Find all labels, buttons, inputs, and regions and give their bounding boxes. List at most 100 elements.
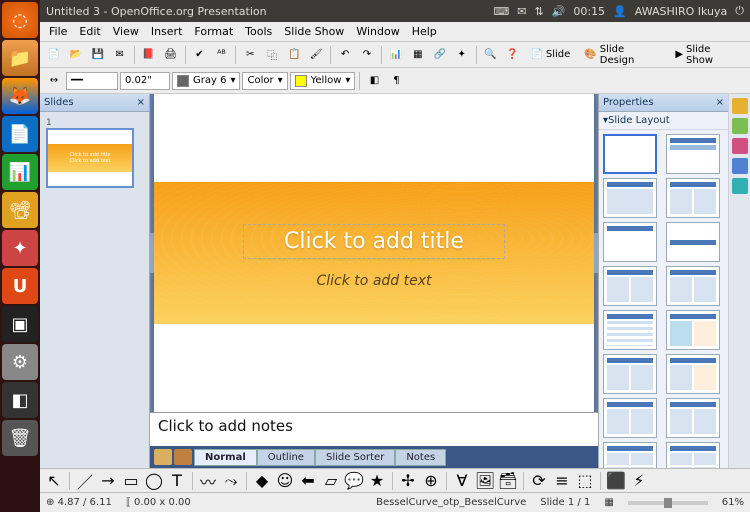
layout-title-only[interactable] — [603, 222, 657, 262]
arrow-icon[interactable]: → — [98, 471, 118, 491]
interaction-icon[interactable]: ⚡ — [629, 471, 649, 491]
firefox-icon[interactable]: 🦊 — [2, 78, 38, 114]
pdf-icon[interactable]: 📕 — [139, 45, 159, 65]
basic-shapes-icon[interactable]: ◆ — [252, 471, 272, 491]
layout-blank[interactable] — [603, 134, 657, 174]
menu-slideshow[interactable]: Slide Show — [279, 24, 349, 39]
slide-button[interactable]: 📄Slide — [524, 46, 576, 63]
layouts-icon[interactable] — [732, 118, 748, 134]
network-icon[interactable]: ⇅ — [534, 5, 543, 18]
layout-two-col[interactable] — [603, 266, 657, 306]
animation-icon[interactable] — [732, 158, 748, 174]
chart-icon[interactable]: 📊 — [386, 45, 406, 65]
power-icon[interactable]: ⏻ — [735, 4, 744, 18]
layout-table[interactable] — [603, 310, 657, 350]
block-arrows-icon[interactable]: ⬅ — [298, 471, 318, 491]
paintbrush-icon[interactable]: 🖌 — [306, 45, 326, 65]
layout-text-image[interactable] — [666, 354, 720, 394]
tab-notes[interactable]: Notes — [395, 449, 446, 466]
styles-icon[interactable]: ¶ — [386, 71, 406, 91]
menu-edit[interactable]: Edit — [74, 24, 105, 39]
stars-icon[interactable]: ★ — [367, 471, 387, 491]
openoffice-icon[interactable]: ◧ — [2, 382, 38, 418]
close-icon[interactable]: × — [137, 97, 145, 108]
slide-canvas[interactable]: Click to add title Click to add text — [150, 94, 598, 412]
fill-color-select[interactable]: Yellow▾ — [290, 72, 356, 90]
dash-icon[interactable]: ◌ — [2, 2, 38, 38]
slide-design-button[interactable]: 🎨Slide Design — [578, 41, 667, 69]
close-icon[interactable]: × — [716, 97, 724, 108]
slide-show-button[interactable]: ▶Slide Show — [669, 41, 746, 69]
title-placeholder[interactable]: Click to add title — [243, 224, 505, 259]
ubuntu-one-icon[interactable]: U — [2, 268, 38, 304]
menu-file[interactable]: File — [44, 24, 72, 39]
line-width-input[interactable]: 0.02" — [120, 72, 170, 90]
volume-icon[interactable]: 🔊 — [552, 5, 566, 18]
print-icon[interactable]: 🖨 — [161, 45, 181, 65]
autospell-icon[interactable]: ᴬᴮ — [211, 45, 231, 65]
cut-icon[interactable]: ✂ — [240, 45, 260, 65]
clock[interactable]: 00:15 — [573, 5, 605, 18]
masters-icon[interactable] — [732, 98, 748, 114]
menu-view[interactable]: View — [108, 24, 144, 39]
align-icon[interactable]: ≡ — [552, 471, 572, 491]
writer-icon[interactable]: 📄 — [2, 116, 38, 152]
copy-icon[interactable]: ⿻ — [262, 45, 282, 65]
menu-tools[interactable]: Tools — [240, 24, 277, 39]
email-icon[interactable]: ✉ — [110, 45, 130, 65]
menu-help[interactable]: Help — [407, 24, 442, 39]
open-icon[interactable]: 📂 — [66, 45, 86, 65]
files-icon[interactable]: 📁 — [2, 40, 38, 76]
callout-icon[interactable]: 💬 — [344, 471, 364, 491]
tab-slide-sorter[interactable]: Slide Sorter — [315, 449, 395, 466]
mail-icon[interactable]: ✉ — [517, 5, 526, 18]
app-icon[interactable]: ✦ — [2, 230, 38, 266]
thumbnail[interactable]: Click to add title Click to add text — [46, 128, 134, 188]
menu-format[interactable]: Format — [189, 24, 238, 39]
line-style-select[interactable]: ━━ — [66, 72, 118, 90]
select-icon[interactable]: ↖ — [44, 471, 64, 491]
glue-icon[interactable]: ⊕ — [421, 471, 441, 491]
status-zoom[interactable]: 61% — [722, 497, 744, 508]
subtitle-placeholder[interactable]: Click to add text — [317, 273, 432, 289]
layout-six-b[interactable] — [666, 442, 720, 468]
text-icon[interactable]: T — [167, 471, 187, 491]
tab-outline[interactable]: Outline — [257, 449, 315, 466]
from-file-icon[interactable]: 🖼 — [475, 471, 495, 491]
settings-icon[interactable]: ⚙ — [2, 344, 38, 380]
table-icon[interactable]: ▦ — [408, 45, 428, 65]
view-icon-a[interactable] — [154, 449, 172, 465]
fill-type-select[interactable]: Color▾ — [242, 72, 287, 90]
keyboard-icon[interactable]: ⌨ — [493, 5, 509, 18]
layout-four-a[interactable] — [603, 398, 657, 438]
undo-icon[interactable]: ↶ — [335, 45, 355, 65]
spellcheck-icon[interactable]: ✔ — [190, 45, 210, 65]
fontwork-icon[interactable]: Ɐ — [452, 471, 472, 491]
help-icon[interactable]: ❓ — [503, 45, 523, 65]
layout-six-a[interactable] — [603, 442, 657, 468]
rect-icon[interactable]: ▭ — [121, 471, 141, 491]
paste-icon[interactable]: 📋 — [284, 45, 304, 65]
calc-icon[interactable]: 📊 — [2, 154, 38, 190]
arrow-style-icon[interactable]: ↔ — [44, 71, 64, 91]
rotate-icon[interactable]: ⟳ — [529, 471, 549, 491]
layout-image[interactable] — [666, 310, 720, 350]
new-icon[interactable]: 📄 — [44, 45, 64, 65]
arrange-icon[interactable]: ⬚ — [575, 471, 595, 491]
curve-icon[interactable]: 〰 — [198, 471, 218, 491]
shadow-icon[interactable]: ◧ — [364, 71, 384, 91]
hyperlink-icon[interactable]: 🔗 — [430, 45, 450, 65]
layout-title[interactable] — [666, 134, 720, 174]
view-icon-b[interactable] — [174, 449, 192, 465]
flowchart-icon[interactable]: ▱ — [321, 471, 341, 491]
table-design-icon[interactable] — [732, 138, 748, 154]
transition-icon[interactable] — [732, 178, 748, 194]
layout-title-content[interactable] — [603, 178, 657, 218]
ellipse-icon[interactable]: ◯ — [144, 471, 164, 491]
save-icon[interactable]: 💾 — [88, 45, 108, 65]
current-slide[interactable]: Click to add title Click to add text — [154, 94, 594, 412]
layout-chart[interactable] — [666, 266, 720, 306]
trash-icon[interactable]: 🗑 — [2, 420, 38, 456]
layout-chart-text[interactable] — [603, 354, 657, 394]
connector-icon[interactable]: ⤳ — [221, 471, 241, 491]
